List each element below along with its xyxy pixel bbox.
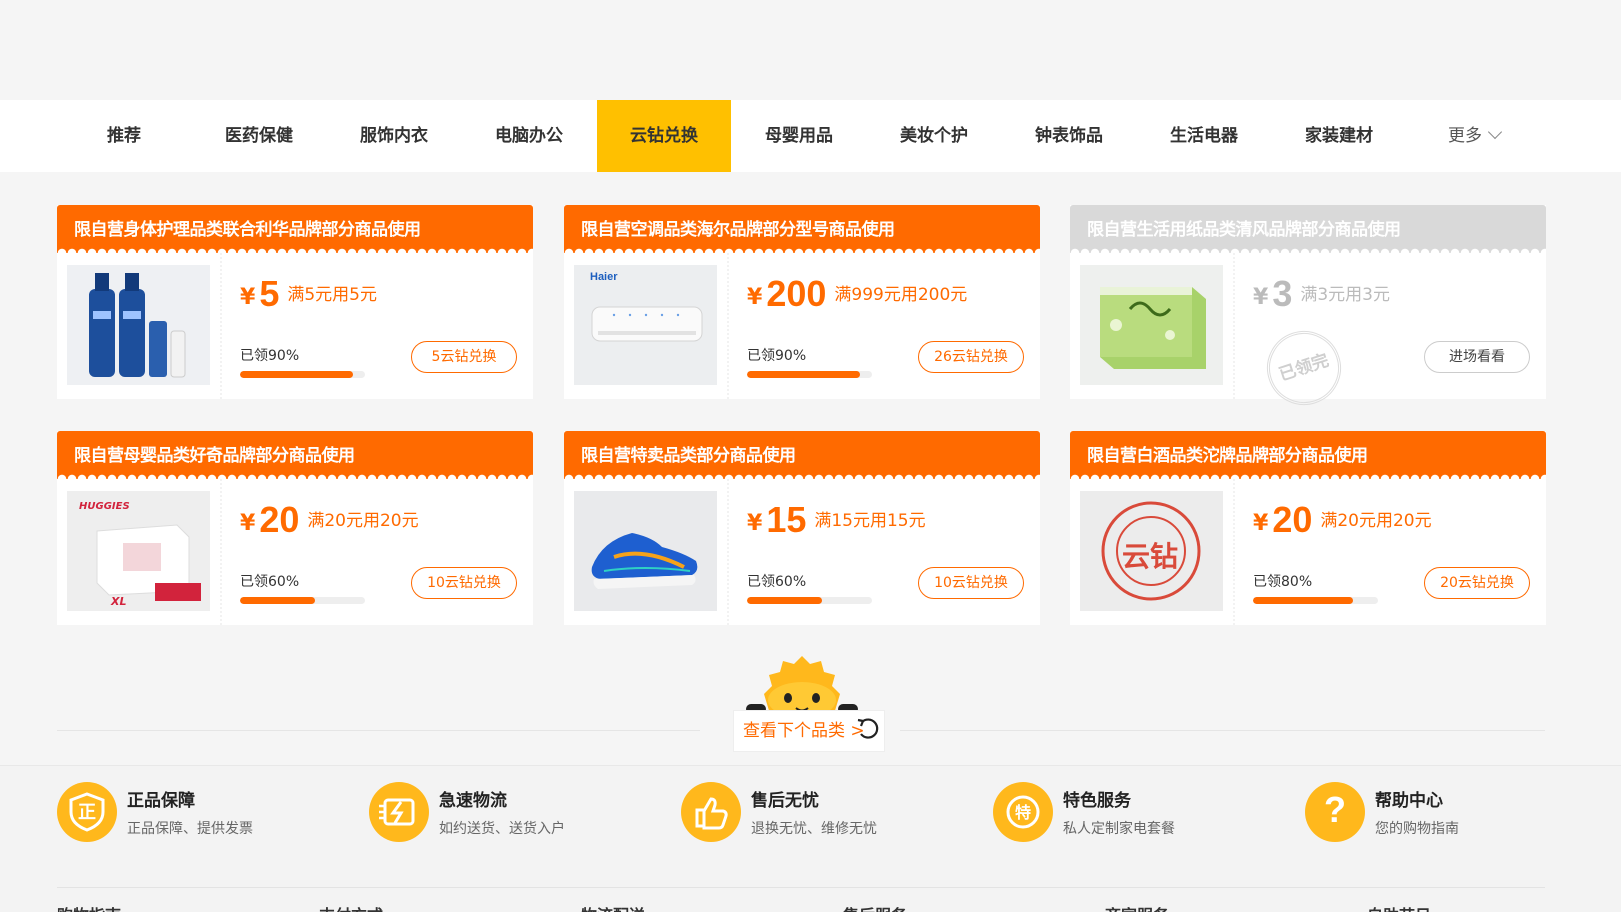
footer-column-title[interactable]: 自助节日 [1367,902,1431,912]
haier-logo: Haier [590,271,618,283]
nav-tab-yunzuan[interactable]: 云钻兑换 [597,100,731,172]
thumbs-up-icon [681,782,741,842]
coupon-card: 限自营特卖品类部分商品使用 ¥15 满15元用15元 已领60% 10云钻兑换 [564,431,1040,625]
redeem-button[interactable]: 20云钻兑换 [1424,567,1530,599]
nav-more[interactable]: 更多 [1407,100,1541,172]
coupon-card: 限自营母婴品类好奇品牌部分商品使用 HUGGIES XL ¥20 满20元用20元… [57,431,533,625]
claimed-percent: 已领60% [240,574,300,590]
coupon-price: ¥15 满15元用15元 [747,499,926,540]
clear-shampoo-image[interactable] [67,265,210,385]
claimed-percent: 已领60% [747,574,807,590]
coupon-header: 限自营空调品类海尔品牌部分型号商品使用 [564,205,1040,253]
coupon-title: 限自营白酒品类沱牌品牌部分商品使用 [1087,446,1368,466]
help-icon: ? [1305,782,1365,842]
coupon-title: 限自营母婴品类好奇品牌部分商品使用 [74,446,355,466]
sold-out-stamp: 已领完 [1257,321,1351,415]
coupon-card: 限自营白酒品类沱牌品牌部分商品使用 云钻 ¥20 满20元用20元 已领80% 2… [1070,431,1546,625]
claim-progress-bar [747,371,872,378]
nav-tab-computer[interactable]: 电脑办公 [462,100,596,172]
claim-progress-bar [240,597,365,604]
coupon-header: 限自营白酒品类沱牌品牌部分商品使用 [1070,431,1546,479]
special-service-icon: 特 [993,782,1053,842]
size-label: XL [111,595,127,608]
air-conditioner-image[interactable]: Haier [574,265,717,385]
redeem-button[interactable]: 26云钻兑换 [918,341,1024,373]
nav-tab-home[interactable]: 家装建材 [1272,100,1406,172]
logistics-icon [369,782,429,842]
nav-tab-apparel[interactable]: 服饰内衣 [327,100,461,172]
huggies-logo: HUGGIES [79,501,130,512]
coupon-price: ¥200 满999元用200元 [747,273,968,314]
seal-text: 云钻 [1122,540,1179,573]
service-desc: 退换无忧、维修无忧 [751,821,877,837]
genuine-icon: 正 [57,782,117,842]
service-desc: 私人定制家电套餐 [1063,821,1175,837]
service-title: 帮助中心 [1375,791,1443,811]
footer-column-title[interactable]: 售后服务 [843,902,907,912]
coupon-price: ¥20 满20元用20元 [240,499,419,540]
service-title: 正品保障 [127,791,195,811]
claim-progress-bar [747,597,872,604]
footer-column-title[interactable]: 购物指南 [57,902,121,912]
nav-tab-beauty[interactable]: 美妆个护 [867,100,1001,172]
coupon-price: ¥20 满20元用20元 [1253,499,1432,540]
coupon-price: ¥5 满5元用5元 [240,273,377,314]
coupon-card: 限自营空调品类海尔品牌部分型号商品使用 Haier ¥200 满999元用200元… [564,205,1040,399]
claimed-percent: 已领80% [1253,574,1313,590]
divider-line-right [900,730,1545,731]
service-desc: 正品保障、提供发票 [127,821,253,837]
nav-more-label: 更多 [1448,126,1482,146]
diaper-pack-image[interactable]: HUGGIES XL [67,491,210,611]
coupon-title: 限自营生活用纸品类清风品牌部分商品使用 [1087,220,1401,240]
coupon-header: 限自营特卖品类部分商品使用 [564,431,1040,479]
claimed-percent: 已领90% [747,348,807,364]
coupon-header: 限自营母婴品类好奇品牌部分商品使用 [57,431,533,479]
claim-progress-bar [1253,597,1378,604]
coupon-title: 限自营空调品类海尔品牌部分型号商品使用 [581,220,895,240]
coupon-card: 限自营身体护理品类联合利华品牌部分商品使用 ¥5 满5元用5元 已领90% 5云钻… [57,205,533,399]
yunzuan-seal-image[interactable]: 云钻 [1080,491,1223,611]
coupon-header: 限自营身体护理品类联合利华品牌部分商品使用 [57,205,533,253]
view-venue-button[interactable]: 进场看看 [1424,341,1530,373]
nav-tab-appliances[interactable]: 生活电器 [1137,100,1271,172]
nav-tab-baby[interactable]: 母婴用品 [732,100,866,172]
coupon-header: 限自营生活用纸品类清风品牌部分商品使用 [1070,205,1546,253]
coupon-price: ¥3 满3元用3元 [1253,273,1390,314]
nav-tab-watches[interactable]: 钟表饰品 [1002,100,1136,172]
footer-divider [57,887,1545,888]
nav-tab-recommend[interactable]: 推荐 [57,100,191,172]
chevron-down-icon [1487,124,1503,140]
redeem-button[interactable]: 10云钻兑换 [918,567,1024,599]
sneaker-image[interactable] [574,491,717,611]
footer-column-title[interactable]: 商家服务 [1105,902,1169,912]
service-desc: 您的购物指南 [1375,821,1459,837]
divider-line-left [57,730,700,731]
nav-tab-medicine[interactable]: 医药保健 [192,100,326,172]
service-title: 急速物流 [439,791,507,811]
refresh-icon[interactable] [856,716,880,740]
redeem-button[interactable]: 5云钻兑换 [411,341,517,373]
claim-progress-bar [240,371,365,378]
redeem-button[interactable]: 10云钻兑换 [411,567,517,599]
footer-column-title[interactable]: 物流配送 [581,902,645,912]
suning-lion-mascot-icon [744,654,860,718]
category-nav: 推荐 医药保健 服饰内衣 电脑办公 云钻兑换 母婴用品 美妆个护 钟表饰品 生活… [0,100,1621,172]
coupon-title: 限自营身体护理品类联合利华品牌部分商品使用 [74,220,421,240]
service-title: 售后无忧 [751,791,819,811]
claimed-percent: 已领90% [240,348,300,364]
footer-column-title[interactable]: 支付方式 [319,902,383,912]
service-desc: 如约送货、送货入户 [439,821,565,837]
coupon-title: 限自营特卖品类部分商品使用 [581,446,796,466]
service-title: 特色服务 [1063,791,1131,811]
coupon-card-sold-out: 限自营生活用纸品类清风品牌部分商品使用 ¥3 满3元用3元 已领完 进场看看 [1070,205,1546,415]
tissue-box-image[interactable] [1080,265,1223,385]
